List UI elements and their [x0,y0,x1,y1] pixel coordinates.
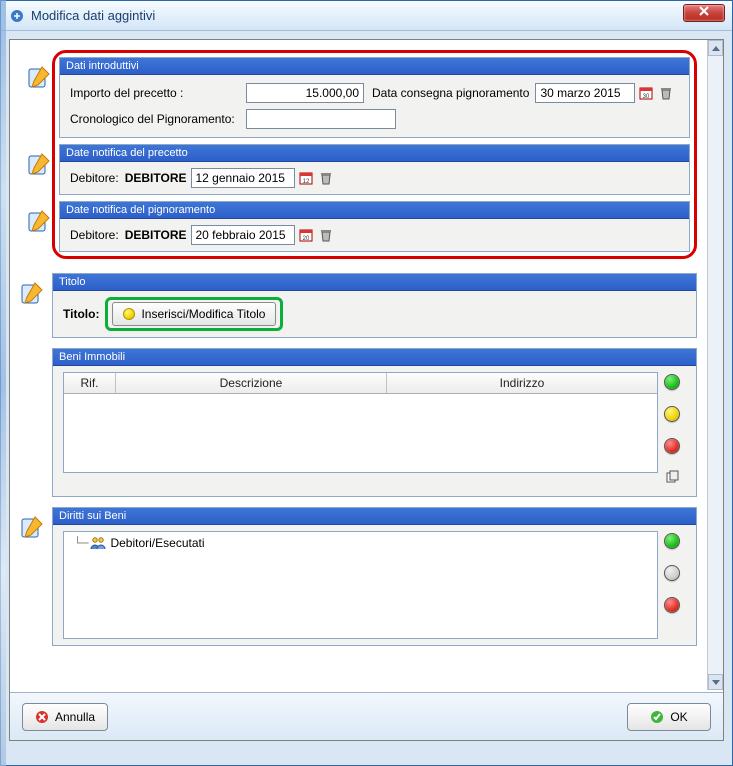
trash-icon[interactable] [319,171,333,185]
debitore-value: DEBITORE [125,228,187,242]
panel-header: Diritti sui Beni [53,508,696,525]
importo-input[interactable] [246,83,364,103]
main-frame: Dati introduttivi Importo del precetto :… [9,39,724,741]
add-button[interactable] [664,374,680,390]
scroll-up-button[interactable] [708,40,723,56]
data-consegna-input[interactable] [535,83,635,103]
trash-icon[interactable] [659,86,673,100]
col-rif[interactable]: Rif. [64,373,116,393]
beni-table[interactable]: Rif. Descrizione Indirizzo [63,372,658,473]
edit-icon[interactable] [19,514,45,540]
highlighted-button-wrap: Inserisci/Modifica Titolo [105,297,283,331]
edit-button[interactable] [664,406,680,422]
close-button[interactable] [683,4,725,22]
panel-header: Date notifica del precetto [60,145,689,162]
panel-diritti-beni: Diritti sui Beni └─ Debitori/Esecutati [52,507,697,646]
button-label: OK [670,710,687,724]
content-area: Dati introduttivi Importo del precetto :… [10,40,707,690]
table-header-row: Rif. Descrizione Indirizzo [64,373,657,394]
calendar-icon[interactable]: 30 [639,86,653,100]
svg-text:30: 30 [643,94,650,100]
people-icon [90,536,106,550]
tree-node-root[interactable]: └─ Debitori/Esecutati [68,536,653,550]
scroll-track[interactable] [708,57,723,673]
vertical-scrollbar[interactable] [707,40,723,690]
scroll-down-button[interactable] [708,674,723,690]
edit-icon[interactable] [26,64,52,90]
svg-text:12: 12 [302,179,309,185]
panel-dati-introduttivi: Dati introduttivi Importo del precetto :… [59,57,690,138]
panel-notifica-pignoramento: Date notifica del pignoramento Debitore:… [59,201,690,252]
add-button[interactable] [664,533,680,549]
app-icon [9,8,25,24]
svg-text:20: 20 [302,236,309,242]
tree-node-label: Debitori/Esecutati [110,536,204,550]
chevron-down-icon [712,680,720,685]
panel-titolo: Titolo Titolo: Inserisci/Modifica Titolo [52,273,697,338]
button-label: Annulla [55,710,95,724]
debitore-label: Debitore: [70,171,119,185]
cancel-button[interactable]: Annulla [22,703,108,731]
ok-button[interactable]: OK [627,703,711,731]
calendar-icon[interactable]: 12 [299,171,313,185]
date-pignoramento-input[interactable] [191,225,295,245]
diritti-tree[interactable]: └─ Debitori/Esecutati [63,531,658,639]
data-consegna-label: Data consegna pignoramento [372,86,529,100]
duplicate-button[interactable] [664,470,680,486]
ok-icon [650,710,664,724]
status-dot-icon [123,308,135,320]
edit-icon[interactable] [26,208,52,234]
delete-button[interactable] [664,597,680,613]
highlighted-group: Dati introduttivi Importo del precetto :… [52,50,697,259]
panel-beni-immobili: Beni Immobili Rif. Descrizione Indirizzo [52,348,697,497]
trash-icon[interactable] [319,228,333,242]
delete-button[interactable] [664,438,680,454]
window-title: Modifica dati aggintivi [31,8,155,23]
panel-header: Beni Immobili [53,349,696,366]
tree-connector-icon: └─ [74,536,88,550]
panel-header: Date notifica del pignoramento [60,202,689,219]
cancel-icon [35,710,49,724]
calendar-icon[interactable]: 20 [299,228,313,242]
edit-button-disabled [664,565,680,581]
title-bar: Modifica dati aggintivi [1,1,732,31]
chevron-up-icon [712,46,720,51]
importo-label: Importo del precetto : [70,86,240,100]
debitore-value: DEBITORE [125,171,187,185]
footer-bar: Annulla OK [10,692,723,740]
col-indirizzo[interactable]: Indirizzo [387,373,657,393]
panel-header: Dati introduttivi [60,58,689,75]
panel-notifica-precetto: Date notifica del precetto Debitore: DEB… [59,144,690,195]
table-body-empty[interactable] [64,394,657,472]
inserisci-modifica-titolo-button[interactable]: Inserisci/Modifica Titolo [112,302,276,326]
date-precetto-input[interactable] [191,168,295,188]
decorative-strip [0,0,6,766]
edit-icon[interactable] [19,280,45,306]
titolo-label: Titolo: [63,307,99,321]
col-descrizione[interactable]: Descrizione [116,373,387,393]
cronologico-input[interactable] [246,109,396,129]
panel-header: Titolo [53,274,696,291]
button-label: Inserisci/Modifica Titolo [141,307,265,321]
debitore-label: Debitore: [70,228,119,242]
cronologico-label: Cronologico del Pignoramento: [70,112,240,126]
edit-icon[interactable] [26,151,52,177]
